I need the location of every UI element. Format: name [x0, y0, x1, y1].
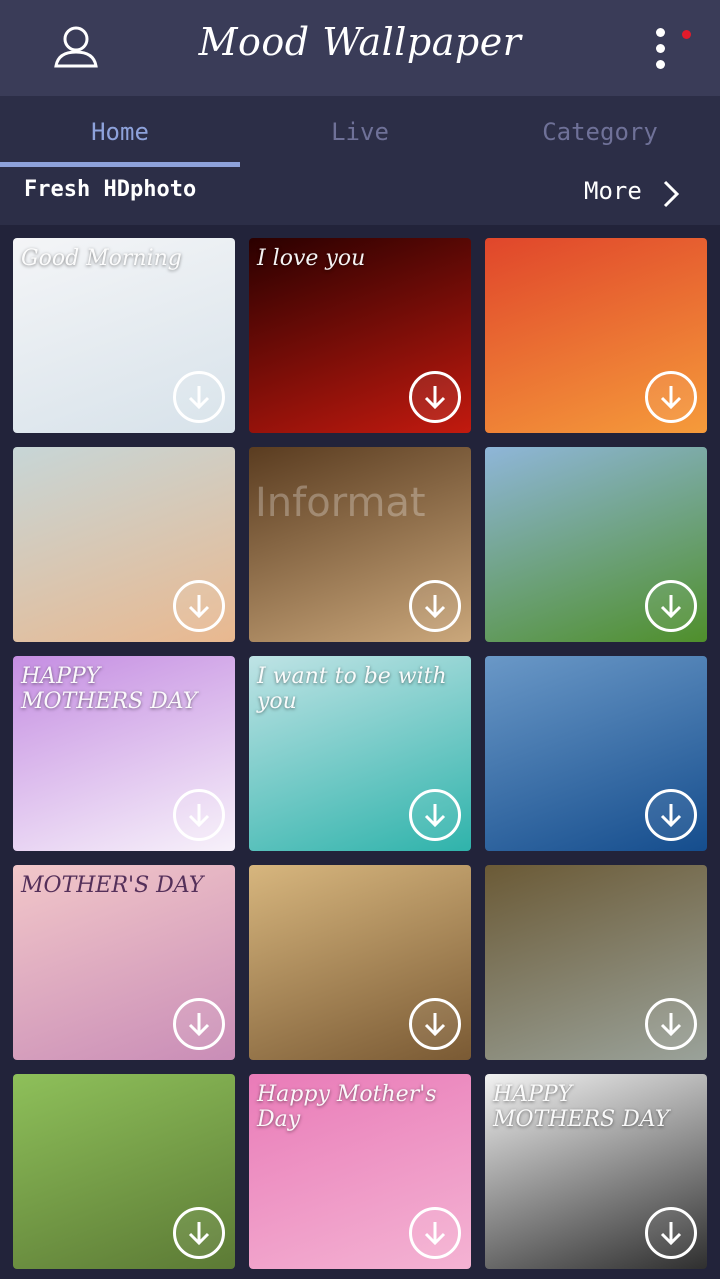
download-button[interactable]	[173, 789, 225, 841]
wallpaper-tile-heart-locket[interactable]: I love you	[249, 238, 471, 433]
download-icon	[660, 595, 682, 619]
wallpaper-tile-green-valley[interactable]	[485, 447, 707, 642]
wallpaper-tile-forever-gift[interactable]: I want to be with you	[249, 656, 471, 851]
chevron-right-icon	[663, 180, 680, 208]
download-icon	[424, 1013, 446, 1037]
download-button[interactable]	[409, 371, 461, 423]
section-header: Fresh HDphoto More	[0, 167, 720, 225]
wallpaper-caption: I want to be with you	[257, 664, 447, 714]
download-icon	[188, 386, 210, 410]
more-vertical-icon	[656, 28, 665, 37]
download-icon	[424, 804, 446, 828]
wallpaper-tile-lion-cub[interactable]	[13, 1074, 235, 1269]
tab-live[interactable]: Live	[240, 96, 480, 168]
wallpaper-grid: Good Morning I love you HAPPY MOTHERS DAY I…	[0, 225, 720, 1279]
download-icon	[188, 1222, 210, 1246]
download-button[interactable]	[409, 998, 461, 1050]
more-button[interactable]: More	[578, 171, 688, 215]
wallpaper-tile-paragliders[interactable]	[485, 656, 707, 851]
tab-category[interactable]: Category	[480, 96, 720, 168]
download-icon	[424, 595, 446, 619]
wallpaper-tile-purple-roses[interactable]: HAPPY MOTHERS DAY	[13, 656, 235, 851]
wallpaper-caption: HAPPY MOTHERS DAY	[493, 1082, 670, 1132]
more-vertical-icon-dot	[656, 60, 665, 69]
app-bar: Mood Wallpaper	[0, 0, 720, 96]
wallpaper-tile-mothers-day-card[interactable]: MOTHER'S DAY	[13, 865, 235, 1060]
download-icon	[660, 804, 682, 828]
download-icon	[188, 804, 210, 828]
wallpaper-tile-good-morning[interactable]: Good Morning	[13, 238, 235, 433]
wallpaper-tile-rose-basket[interactable]	[485, 238, 707, 433]
download-button[interactable]	[645, 371, 697, 423]
download-button[interactable]	[173, 580, 225, 632]
wallpaper-tile-kids-flowers[interactable]	[485, 865, 707, 1060]
download-button[interactable]	[645, 1207, 697, 1259]
more-vertical-icon-dot	[656, 44, 665, 53]
wallpaper-tile-mother-silhouette[interactable]: HAPPY MOTHERS DAY	[485, 1074, 707, 1269]
section-title: Fresh HDphoto	[24, 177, 197, 202]
download-icon	[188, 595, 210, 619]
wallpaper-caption: Happy Mother's Day	[257, 1082, 437, 1132]
download-button[interactable]	[645, 998, 697, 1050]
wallpaper-caption: HAPPY MOTHERS DAY	[21, 664, 198, 714]
notification-dot	[682, 30, 691, 39]
download-icon	[424, 1222, 446, 1246]
download-icon	[424, 386, 446, 410]
app-title: Mood Wallpaper	[198, 20, 522, 64]
download-button[interactable]	[409, 1207, 461, 1259]
download-button[interactable]	[173, 371, 225, 423]
more-vertical-button[interactable]	[640, 22, 684, 76]
wallpaper-caption: Good Morning	[21, 246, 182, 271]
download-icon	[660, 1222, 682, 1246]
wallpaper-caption: I love you	[257, 246, 366, 271]
download-button[interactable]	[173, 998, 225, 1050]
more-label: More	[584, 177, 642, 205]
tab-home[interactable]: Home	[0, 96, 240, 168]
download-icon	[188, 1013, 210, 1037]
download-button[interactable]	[409, 580, 461, 632]
download-button[interactable]	[645, 789, 697, 841]
wallpaper-tile-finger-faces[interactable]	[13, 447, 235, 642]
wallpaper-tile-girl-guitar[interactable]	[249, 865, 471, 1060]
wallpaper-caption: MOTHER'S DAY	[21, 873, 204, 898]
tab-bar: Home Live Category	[0, 96, 720, 168]
download-button[interactable]	[173, 1207, 225, 1259]
download-button[interactable]	[409, 789, 461, 841]
wallpaper-tile-mothers-hearts[interactable]: Happy Mother's Day	[249, 1074, 471, 1269]
download-icon	[660, 1013, 682, 1037]
wallpaper-tile-girl-portrait[interactable]	[249, 447, 471, 642]
download-button[interactable]	[645, 580, 697, 632]
download-icon	[660, 386, 682, 410]
